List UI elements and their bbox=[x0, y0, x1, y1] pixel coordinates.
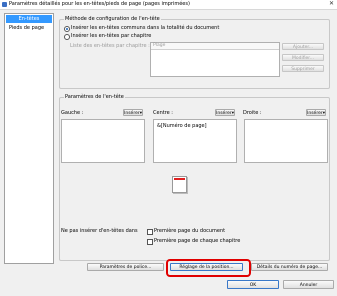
chapter-list-label: Liste des en-têtes par chapitre : bbox=[70, 43, 150, 49]
sidebar-item-footers[interactable]: Pieds de page bbox=[6, 24, 52, 32]
window-title: Paramètres détaillés pour les en-têtes/p… bbox=[9, 1, 190, 7]
modify-button[interactable]: Modifier... bbox=[282, 54, 324, 61]
center-header-field[interactable]: &[Numéro de page] bbox=[153, 119, 237, 163]
first-page-document-checkbox[interactable] bbox=[147, 229, 153, 235]
header-params-group: Paramètres de l'en-tête Gauche : Insérer… bbox=[59, 94, 330, 261]
list-column-range: Plage bbox=[151, 43, 279, 50]
header-preview-marker bbox=[174, 178, 185, 180]
radio-all-document-label: Insérer les en-têtes communs dans la tot… bbox=[71, 25, 220, 31]
no-header-label: Ne pas insérer d'en-têtes dans bbox=[61, 228, 138, 234]
header-preview-page bbox=[172, 176, 187, 193]
first-page-document-label: Première page du document bbox=[154, 228, 226, 234]
insert-center-button[interactable]: Insérer▾ bbox=[215, 109, 235, 116]
close-icon[interactable]: ✕ bbox=[328, 1, 335, 7]
sidebar-item-headers[interactable]: En-têtes bbox=[6, 15, 52, 23]
center-header-value: &[Numéro de page] bbox=[157, 123, 207, 129]
dialog-window: Paramètres détaillés pour les en-têtes/p… bbox=[0, 0, 337, 296]
app-icon bbox=[2, 2, 7, 7]
insert-left-button[interactable]: Insérer▾ bbox=[123, 109, 143, 116]
font-settings-button[interactable]: Paramètres de police... bbox=[87, 263, 164, 271]
config-method-label: Méthode de configuration de l'en-tête bbox=[64, 16, 161, 22]
radio-all-document[interactable] bbox=[64, 26, 70, 32]
config-method-group: Méthode de configuration de l'en-tête In… bbox=[59, 16, 330, 89]
add-button[interactable]: Ajouter... bbox=[282, 43, 324, 50]
cancel-button[interactable]: Annuler bbox=[283, 280, 334, 289]
ok-button[interactable]: OK bbox=[227, 280, 279, 289]
settings-panel: Méthode de configuration de l'en-tête In… bbox=[56, 13, 333, 271]
delete-button[interactable]: Supprimer bbox=[282, 65, 324, 72]
first-page-chapter-label: Première page de chaque chapitre bbox=[154, 238, 241, 244]
first-page-chapter-checkbox[interactable] bbox=[147, 239, 153, 245]
radio-by-chapter-label: Insérer les en-têtes par chapitre bbox=[71, 33, 152, 39]
page-number-details-button[interactable]: Détails du numéro de page... bbox=[251, 263, 328, 271]
center-label: Centre : bbox=[153, 110, 173, 116]
left-header-field[interactable] bbox=[61, 119, 145, 163]
radio-by-chapter[interactable] bbox=[64, 34, 70, 40]
chapter-header-list[interactable]: Plage bbox=[150, 42, 280, 77]
header-params-label: Paramètres de l'en-tête bbox=[64, 94, 125, 100]
position-button-highlight bbox=[166, 259, 251, 277]
right-header-field[interactable] bbox=[244, 119, 328, 163]
title-bar: Paramètres détaillés pour les en-têtes/p… bbox=[0, 0, 337, 10]
left-label: Gauche : bbox=[61, 110, 84, 116]
insert-right-button[interactable]: Insérer▾ bbox=[306, 109, 326, 116]
category-list: En-têtes Pieds de page bbox=[4, 13, 54, 264]
right-label: Droite : bbox=[243, 110, 262, 116]
